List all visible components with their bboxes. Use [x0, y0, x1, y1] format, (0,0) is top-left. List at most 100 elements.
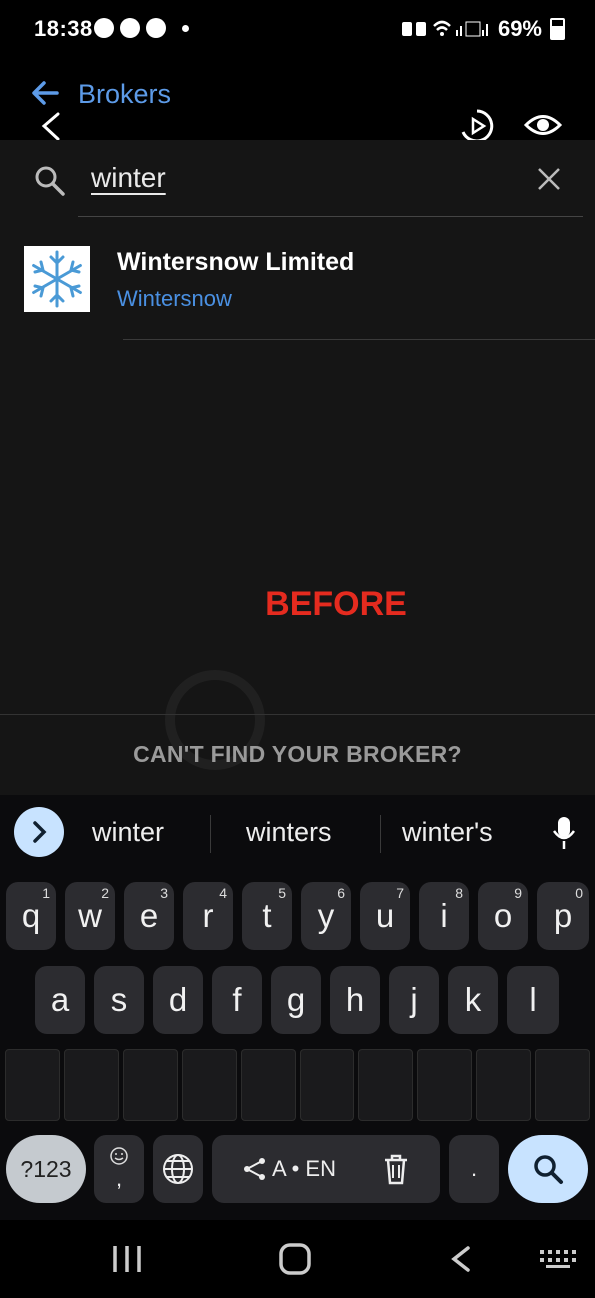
- divider: [380, 815, 381, 853]
- key-hint: 6: [337, 885, 345, 901]
- status-bar: 18:38 69%: [0, 0, 595, 62]
- key-k[interactable]: k: [448, 966, 498, 1034]
- app-thumbnail[interactable]: [299, 1049, 355, 1121]
- snowflake-logo-icon: [24, 246, 90, 312]
- status-time: 18:38: [34, 16, 93, 41]
- globe-icon: [163, 1154, 193, 1184]
- key-d[interactable]: d: [153, 966, 203, 1034]
- recent-apps-strip[interactable]: [5, 1049, 591, 1121]
- recent-apps-icon[interactable]: [111, 1244, 143, 1274]
- microphone-icon[interactable]: [552, 815, 576, 851]
- home-icon[interactable]: [278, 1242, 312, 1276]
- app-thumbnail[interactable]: [417, 1049, 473, 1121]
- period-key[interactable]: .: [449, 1135, 499, 1203]
- list-item[interactable]: Wintersnow Limited Wintersnow: [0, 236, 595, 340]
- battery-icon: [550, 18, 565, 40]
- page-title: Brokers: [78, 79, 172, 109]
- language-key[interactable]: [153, 1135, 203, 1203]
- search-action-key[interactable]: [508, 1135, 588, 1203]
- key-e[interactable]: e3: [124, 882, 174, 950]
- keyboard: winter winters winter's q1 w2 e3 r4 t5 y…: [0, 795, 595, 1220]
- more-dot-icon: [182, 25, 189, 32]
- key-p[interactable]: p0: [537, 882, 589, 950]
- key-u[interactable]: u7: [360, 882, 410, 950]
- comma-label: ,: [115, 1166, 123, 1191]
- app-thumbnail[interactable]: [358, 1049, 414, 1121]
- space-key[interactable]: A • EN: [212, 1135, 440, 1203]
- notification-icons: [94, 18, 189, 38]
- search-input[interactable]: winter: [91, 162, 166, 194]
- eye-icon[interactable]: [524, 110, 562, 140]
- emoji-icon: [110, 1147, 128, 1165]
- broker-search-screen: winter Wintersnow Limited Wintersnow BEF…: [0, 140, 595, 795]
- app-thumbnail[interactable]: [181, 1049, 237, 1121]
- suggestion-3[interactable]: winter's: [402, 817, 493, 848]
- key-label: y: [317, 897, 335, 934]
- search-icon: [35, 166, 65, 196]
- signal-wifi-icons: [401, 20, 488, 37]
- keyboard-toggle-icon[interactable]: [540, 1250, 576, 1270]
- key-hint: 1: [42, 885, 50, 901]
- key-r[interactable]: r4: [183, 882, 233, 950]
- key-t[interactable]: t5: [242, 882, 292, 950]
- app-thumbnail[interactable]: [476, 1049, 532, 1121]
- key-s[interactable]: s: [94, 966, 144, 1034]
- back-chevron-icon[interactable]: [40, 112, 64, 142]
- divider: [123, 339, 595, 340]
- key-hint: 2: [101, 885, 109, 901]
- key-hint: 9: [514, 885, 522, 901]
- app-thumbnail[interactable]: [240, 1049, 296, 1121]
- key-y[interactable]: y6: [301, 882, 351, 950]
- key-j[interactable]: j: [389, 966, 439, 1034]
- divider: [0, 714, 595, 715]
- key-q[interactable]: q1: [6, 882, 56, 950]
- app-thumbnail[interactable]: [122, 1049, 178, 1121]
- key-label: q: [21, 897, 41, 934]
- key-g[interactable]: g: [271, 966, 321, 1034]
- key-l[interactable]: l: [507, 966, 559, 1034]
- key-f[interactable]: f: [212, 966, 262, 1034]
- key-a[interactable]: a: [35, 966, 85, 1034]
- key-hint: 8: [455, 885, 463, 901]
- expand-toolbar-button[interactable]: [14, 807, 64, 857]
- search-underline: [78, 216, 583, 217]
- key-label: o: [493, 897, 513, 934]
- language-label: A • EN: [272, 1156, 336, 1181]
- symbols-key[interactable]: ?123: [6, 1135, 86, 1203]
- key-hint: 4: [219, 885, 227, 901]
- key-hint: 7: [396, 885, 404, 901]
- suggestion-1[interactable]: winter: [92, 817, 164, 848]
- clear-icon[interactable]: [537, 167, 561, 191]
- app-thumbnail[interactable]: [5, 1049, 60, 1121]
- key-hint: 5: [278, 885, 286, 901]
- trash-icon[interactable]: [382, 1152, 410, 1186]
- emoji-comma-key[interactable]: ,: [94, 1135, 144, 1203]
- message-icon: [146, 18, 166, 38]
- key-h[interactable]: h: [330, 966, 380, 1034]
- search-icon: [534, 1155, 563, 1184]
- battery-percent: 69%: [497, 16, 542, 41]
- chat-icon: [94, 18, 114, 38]
- key-hint: 0: [575, 885, 583, 901]
- app-thumbnail[interactable]: [535, 1049, 591, 1121]
- key-label: i: [440, 897, 448, 934]
- cant-find-broker-link[interactable]: CAN'T FIND YOUR BROKER?: [0, 741, 595, 768]
- back-icon[interactable]: [446, 1244, 476, 1274]
- key-label: w: [78, 897, 102, 934]
- key-o[interactable]: o9: [478, 882, 528, 950]
- app-header: Brokers: [0, 62, 595, 143]
- app-thumbnail[interactable]: [63, 1049, 119, 1121]
- broker-subtitle: Wintersnow: [117, 286, 232, 311]
- suggestion-2[interactable]: winters: [246, 817, 332, 848]
- back-arrow-icon[interactable]: [30, 78, 60, 108]
- before-label: BEFORE: [265, 585, 407, 623]
- key-w[interactable]: w2: [65, 882, 115, 950]
- key-i[interactable]: i8: [419, 882, 469, 950]
- divider: [210, 815, 211, 853]
- navigation-bar: [0, 1220, 595, 1298]
- chevron-right-icon: [33, 821, 47, 843]
- share-icon: [244, 1158, 266, 1180]
- key-label: r: [202, 897, 214, 934]
- screen-record-icon[interactable]: [459, 108, 495, 144]
- system-icons: 69%: [401, 16, 565, 42]
